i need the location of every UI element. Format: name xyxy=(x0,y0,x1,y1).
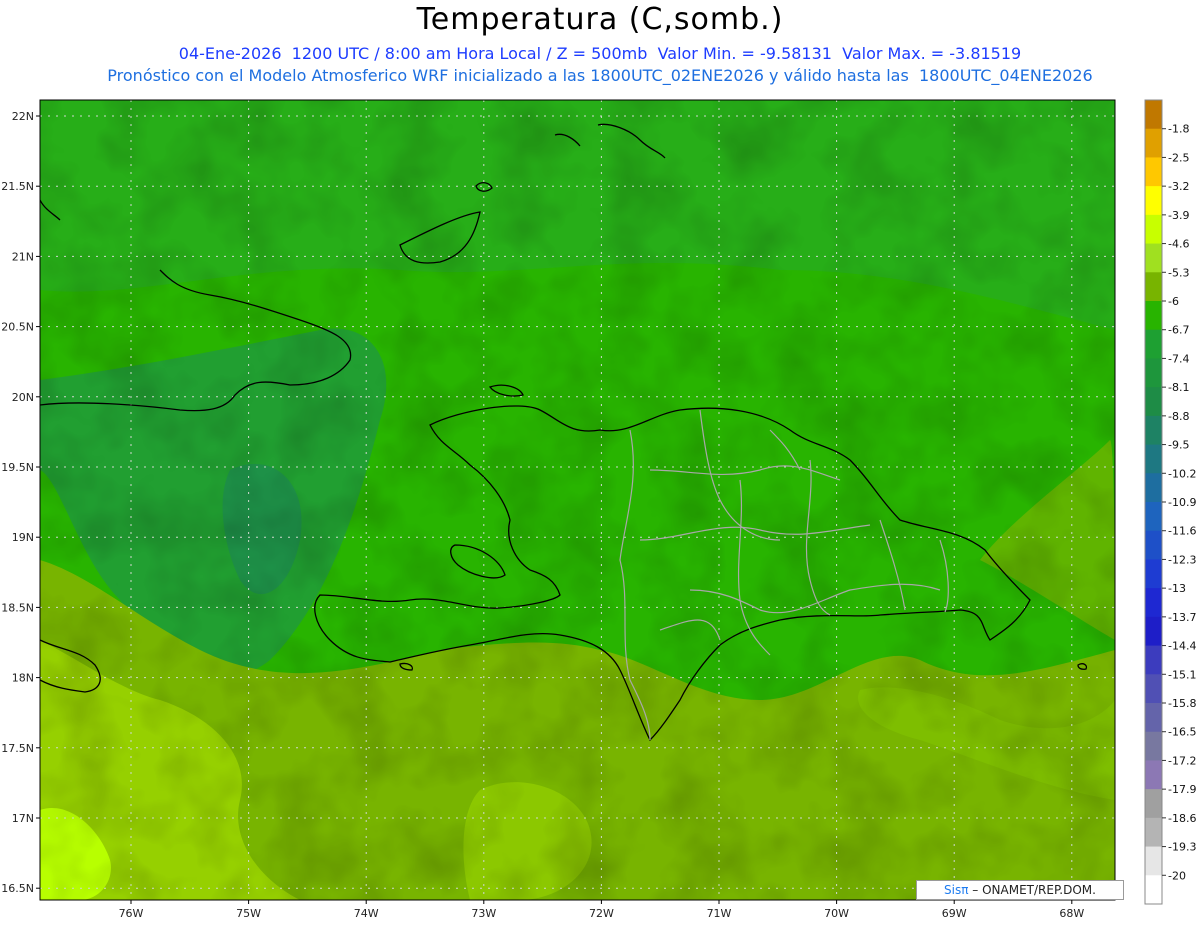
lon-label: 70W xyxy=(824,907,849,920)
colorbar-swatch xyxy=(1145,444,1162,474)
lon-label: 76W xyxy=(119,907,144,920)
colorbar-swatch xyxy=(1145,301,1162,331)
colorbar-label: -15.1 xyxy=(1168,668,1196,681)
colorbar-label: -1.8 xyxy=(1168,123,1189,136)
colorbar-swatch xyxy=(1145,473,1162,503)
colorbar-swatch xyxy=(1145,387,1162,417)
lat-label: 17.5N xyxy=(1,742,34,755)
colorbar-swatch xyxy=(1145,502,1162,532)
lat-label: 21N xyxy=(12,250,34,263)
lon-label: 72W xyxy=(589,907,614,920)
colorbar-label: -3.9 xyxy=(1168,209,1189,222)
colorbar-swatch xyxy=(1145,100,1162,130)
colorbar-swatch xyxy=(1145,645,1162,675)
colorbar-swatch xyxy=(1145,214,1162,245)
colorbar-swatch xyxy=(1145,846,1162,876)
colorbar-swatch xyxy=(1145,703,1162,733)
colorbar-swatch xyxy=(1145,186,1162,216)
colorbar-label: -10.9 xyxy=(1168,496,1196,509)
colorbar-swatch xyxy=(1145,358,1162,388)
lat-label: 22N xyxy=(12,110,34,123)
temperature-map: 22N 21.5N 21N 20.5N 20N 19.5N 19N 18.5N 18N 17.5N… xyxy=(1,99,1196,920)
colorbar-label: -20 xyxy=(1168,869,1186,882)
colorbar-swatch xyxy=(1145,530,1162,560)
colorbar-label: -13.7 xyxy=(1168,611,1196,624)
colorbar-label: -10.2 xyxy=(1168,467,1196,480)
colorbar-swatch xyxy=(1145,128,1162,158)
lat-label: 16.5N xyxy=(1,882,34,895)
colorbar-label: -12.3 xyxy=(1168,553,1196,566)
colorbar-swatch xyxy=(1145,157,1162,187)
lat-label: 19.5N xyxy=(1,461,34,474)
colorbar-label: -15.8 xyxy=(1168,697,1196,710)
colorbar-swatch xyxy=(1145,817,1162,848)
colorbar-label: -16.5 xyxy=(1168,726,1196,739)
colorbar-swatch xyxy=(1145,731,1162,761)
colorbar-label: -11.6 xyxy=(1168,525,1196,538)
lon-label: 73W xyxy=(471,907,496,920)
colorbar-label: -3.2 xyxy=(1168,180,1189,193)
lat-label: 18N xyxy=(12,672,34,685)
lat-label: 21.5N xyxy=(1,180,34,193)
sispi-logo-text: Sisπ xyxy=(944,883,969,897)
colorbar-swatch xyxy=(1145,329,1162,359)
colorbar-label: -19.3 xyxy=(1168,841,1196,854)
colorbar-label: -6.7 xyxy=(1168,324,1189,337)
colorbar-swatch xyxy=(1145,674,1162,704)
lat-label: 17N xyxy=(12,812,34,825)
colorbar-label: -17.2 xyxy=(1168,754,1196,767)
colorbar-label: -2.5 xyxy=(1168,151,1189,164)
lon-label: 71W xyxy=(707,907,732,920)
colorbar-swatch xyxy=(1145,559,1162,589)
lat-label: 19N xyxy=(12,531,34,544)
lat-label: 18.5N xyxy=(1,601,34,614)
colorbar-label: -9.5 xyxy=(1168,439,1189,452)
colorbar-label: -8.1 xyxy=(1168,381,1189,394)
colorbar-label: -5.3 xyxy=(1168,266,1189,279)
colorbar: -1.8 -2.5 -3.2 -3.9 -4.6 -5.3 -6 -6.7 -7.4 -8.1 -8… xyxy=(1144,99,1196,905)
colorbar-swatch xyxy=(1145,875,1162,905)
colorbar-swatch xyxy=(1145,415,1162,446)
longitude-labels: 76W 75W 74W 73W 72W 71W 70W 69W 68W xyxy=(119,900,1084,920)
lon-label: 68W xyxy=(1059,907,1084,920)
lon-label: 75W xyxy=(236,907,261,920)
colorbar-swatch xyxy=(1145,243,1162,273)
credit-org: – ONAMET/REP.DOM. xyxy=(972,883,1096,897)
lon-label: 69W xyxy=(942,907,967,920)
colorbar-label: -17.9 xyxy=(1168,783,1196,796)
lat-label: 20N xyxy=(12,391,34,404)
colorbar-swatch xyxy=(1145,272,1162,302)
colorbar-swatch xyxy=(1145,588,1162,618)
credit-box: Sisπ – ONAMET/REP.DOM. xyxy=(916,880,1124,900)
latitude-labels: 22N 21.5N 21N 20.5N 20N 19.5N 19N 18.5N 18N 17.5N… xyxy=(1,110,40,895)
colorbar-swatch xyxy=(1145,789,1162,819)
colorbar-label: -4.6 xyxy=(1168,238,1189,251)
colorbar-swatch xyxy=(1145,760,1162,790)
colorbar-label: -6 xyxy=(1168,295,1179,308)
colorbar-label: -7.4 xyxy=(1168,352,1189,365)
colorbar-label: -14.4 xyxy=(1168,640,1196,653)
colorbar-label: -13 xyxy=(1168,582,1186,595)
lat-label: 20.5N xyxy=(1,321,34,334)
colorbar-swatch xyxy=(1145,616,1162,647)
colorbar-label: -18.6 xyxy=(1168,812,1196,825)
lon-label: 74W xyxy=(354,907,379,920)
colorbar-label: -8.8 xyxy=(1168,410,1189,423)
